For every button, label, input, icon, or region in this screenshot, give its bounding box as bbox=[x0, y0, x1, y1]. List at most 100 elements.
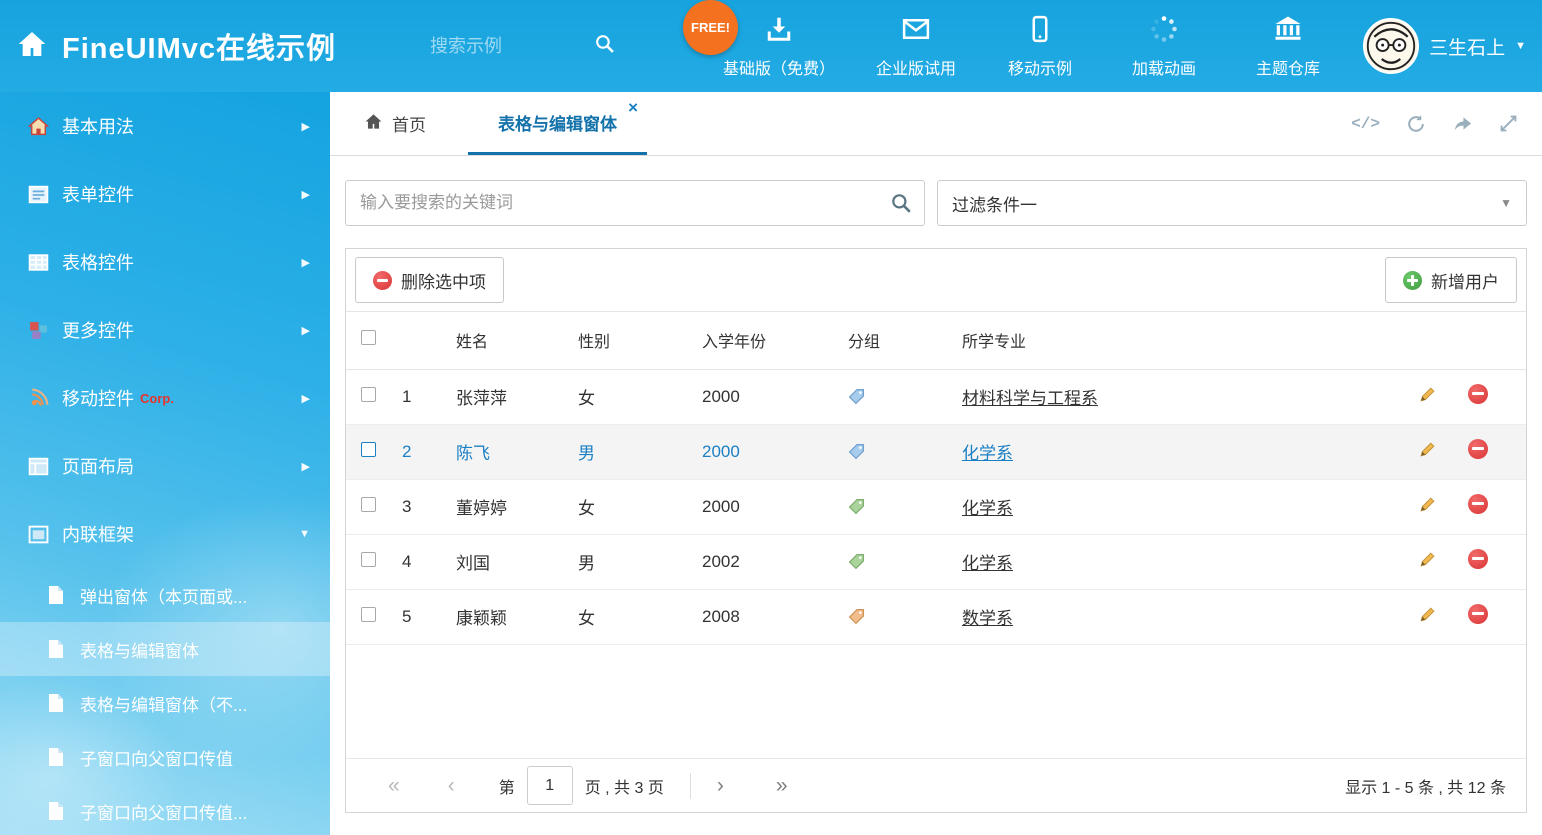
table-row[interactable]: 3 董婷婷 女 2000 化学系 bbox=[346, 479, 1526, 534]
nav-label: 加载动画 bbox=[1132, 55, 1196, 79]
sidebar-subitem-grid-edit-window[interactable]: 表格与编辑窗体 bbox=[0, 622, 330, 676]
table-row[interactable]: 1 张萍萍 女 2000 材料科学与工程系 bbox=[346, 369, 1526, 424]
header-delete bbox=[1462, 312, 1526, 369]
search-icon[interactable] bbox=[594, 33, 615, 59]
sidebar-subitem-child-to-parent-1[interactable]: 子窗口向父窗口传值 bbox=[0, 730, 330, 784]
edit-icon[interactable] bbox=[1418, 550, 1437, 574]
select-all-checkbox[interactable] bbox=[361, 330, 376, 345]
sidebar-subitem-child-to-parent-2[interactable]: 子窗口向父窗口传值... bbox=[0, 784, 330, 835]
table-row[interactable]: 2 陈飞 男 2000 化学系 bbox=[346, 424, 1526, 479]
chevron-down-icon: ▼ bbox=[299, 528, 310, 540]
signal-icon bbox=[28, 387, 50, 409]
add-user-button[interactable]: 新增用户 bbox=[1385, 257, 1517, 303]
sidebar-item-label: 更多控件 bbox=[62, 317, 134, 343]
user-name: 三生石上 bbox=[1429, 33, 1505, 60]
nav-item-mobile-demo[interactable]: 移动示例 bbox=[997, 14, 1083, 79]
chevron-right-icon: ▶ bbox=[302, 460, 310, 473]
fullscreen-icon[interactable] bbox=[1499, 114, 1518, 133]
row-checkbox[interactable] bbox=[361, 552, 376, 567]
nav-item-loading-animation[interactable]: 加载动画 bbox=[1121, 14, 1207, 79]
sidebar-item-page-layout[interactable]: 页面布局 ▶ bbox=[0, 432, 330, 500]
pagination-bar: « ‹ 第 页 , 共 3 页 › » 显示 1 - 5 条 , 共 12 条 bbox=[346, 758, 1526, 812]
sidebar-item-mobile-controls[interactable]: 移动控件 Corp. ▶ bbox=[0, 364, 330, 432]
sidebar-item-iframe[interactable]: 内联框架 ▼ bbox=[0, 500, 330, 568]
sidebar-subitem-label: 表格与编辑窗体（不... bbox=[80, 691, 247, 716]
cell-gender: 女 bbox=[572, 589, 696, 644]
edit-icon[interactable] bbox=[1418, 440, 1437, 464]
nav-item-enterprise-trial[interactable]: 企业版试用 bbox=[873, 14, 959, 79]
mobile-icon bbox=[1025, 14, 1055, 49]
house-icon bbox=[28, 115, 50, 137]
record-summary: 显示 1 - 5 条 , 共 12 条 bbox=[1345, 774, 1506, 798]
page-suffix-label: 页 , 共 3 页 bbox=[585, 774, 664, 798]
cell-index: 4 bbox=[396, 534, 450, 589]
major-link[interactable]: 化学系 bbox=[962, 554, 1013, 573]
sidebar-subitem-popup-window[interactable]: 弹出窗体（本页面或... bbox=[0, 568, 330, 622]
header-search-input[interactable] bbox=[430, 36, 580, 57]
code-view-icon[interactable]: </> bbox=[1351, 115, 1380, 133]
nav-item-theme-repo[interactable]: 主题仓库 bbox=[1245, 14, 1331, 79]
row-checkbox[interactable] bbox=[361, 607, 376, 622]
keyword-search-input[interactable] bbox=[345, 180, 925, 226]
delete-icon[interactable] bbox=[1468, 604, 1488, 624]
plus-circle-icon bbox=[1403, 271, 1422, 290]
nav-item-basic-free[interactable]: FREE! 基础版（免费） bbox=[723, 14, 835, 79]
refresh-icon[interactable] bbox=[1406, 114, 1426, 134]
sidebar-item-grid-controls[interactable]: 表格控件 ▶ bbox=[0, 228, 330, 296]
user-menu[interactable]: 三生石上 ▼ bbox=[1363, 0, 1526, 92]
file-icon bbox=[48, 585, 66, 605]
sidebar-subitem-grid-edit-window-2[interactable]: 表格与编辑窗体（不... bbox=[0, 676, 330, 730]
add-button-label: 新增用户 bbox=[1431, 268, 1499, 293]
last-page-icon[interactable]: » bbox=[776, 775, 788, 796]
delete-icon[interactable] bbox=[1468, 439, 1488, 459]
chevron-right-icon: ▶ bbox=[302, 120, 310, 133]
sidebar-item-label: 页面布局 bbox=[62, 453, 134, 479]
row-checkbox[interactable] bbox=[361, 387, 376, 402]
table-row[interactable]: 4 刘国 男 2002 化学系 bbox=[346, 534, 1526, 589]
edit-icon[interactable] bbox=[1418, 495, 1437, 519]
edit-icon[interactable] bbox=[1418, 605, 1437, 629]
major-link[interactable]: 材料科学与工程系 bbox=[962, 389, 1098, 408]
delete-icon[interactable] bbox=[1468, 549, 1488, 569]
search-icon[interactable] bbox=[890, 192, 912, 219]
row-checkbox[interactable] bbox=[361, 442, 376, 457]
delete-selected-button[interactable]: 删除选中项 bbox=[355, 257, 504, 303]
major-link[interactable]: 化学系 bbox=[962, 444, 1013, 463]
header-nav: FREE! 基础版（免费） 企业版试用 移动示例 bbox=[723, 0, 1331, 92]
edit-icon[interactable] bbox=[1418, 385, 1437, 409]
prev-page-icon[interactable]: ‹ bbox=[448, 775, 455, 796]
tab-home[interactable]: 首页 bbox=[360, 92, 430, 155]
spinner-icon bbox=[1149, 14, 1179, 49]
share-icon[interactable] bbox=[1452, 113, 1473, 134]
nav-label: 主题仓库 bbox=[1256, 55, 1320, 79]
major-link[interactable]: 数学系 bbox=[962, 609, 1013, 628]
grid-panel: 删除选中项 新增用户 姓名 性别 bbox=[345, 248, 1527, 813]
sidebar-item-label: 基本用法 bbox=[62, 113, 134, 139]
home-icon[interactable] bbox=[16, 28, 48, 65]
tab-grid-edit-window[interactable]: 表格与编辑窗体 × bbox=[468, 92, 647, 155]
cell-year: 2000 bbox=[696, 369, 842, 424]
cell-gender: 女 bbox=[572, 479, 696, 534]
next-page-icon[interactable]: › bbox=[717, 775, 724, 796]
home-tab-icon bbox=[364, 112, 383, 136]
sidebar-item-label: 移动控件 bbox=[62, 385, 134, 411]
top-header: FineUIMvc在线示例 FREE! 基础版（免费） 企业版试用 bbox=[0, 0, 1542, 92]
sidebar-item-more-controls[interactable]: 更多控件 ▶ bbox=[0, 296, 330, 364]
cell-index: 3 bbox=[396, 479, 450, 534]
table-row[interactable]: 5 康颖颖 女 2008 数学系 bbox=[346, 589, 1526, 644]
header-index bbox=[396, 312, 450, 369]
major-link[interactable]: 化学系 bbox=[962, 499, 1013, 518]
delete-icon[interactable] bbox=[1468, 384, 1488, 404]
page-number-input[interactable] bbox=[527, 766, 573, 805]
cell-name: 陈飞 bbox=[450, 424, 572, 479]
chevron-right-icon: ▶ bbox=[302, 392, 310, 405]
row-checkbox[interactable] bbox=[361, 497, 376, 512]
first-page-icon[interactable]: « bbox=[388, 775, 400, 796]
tab-close-icon[interactable]: × bbox=[628, 99, 638, 116]
filter-dropdown[interactable]: 过滤条件一 ▼ bbox=[937, 180, 1527, 226]
sidebar-item-form-controls[interactable]: 表单控件 ▶ bbox=[0, 160, 330, 228]
filter-row: 过滤条件一 ▼ bbox=[345, 180, 1527, 226]
sidebar-item-label: 表格控件 bbox=[62, 249, 134, 275]
delete-icon[interactable] bbox=[1468, 494, 1488, 514]
sidebar-item-basic-usage[interactable]: 基本用法 ▶ bbox=[0, 92, 330, 160]
